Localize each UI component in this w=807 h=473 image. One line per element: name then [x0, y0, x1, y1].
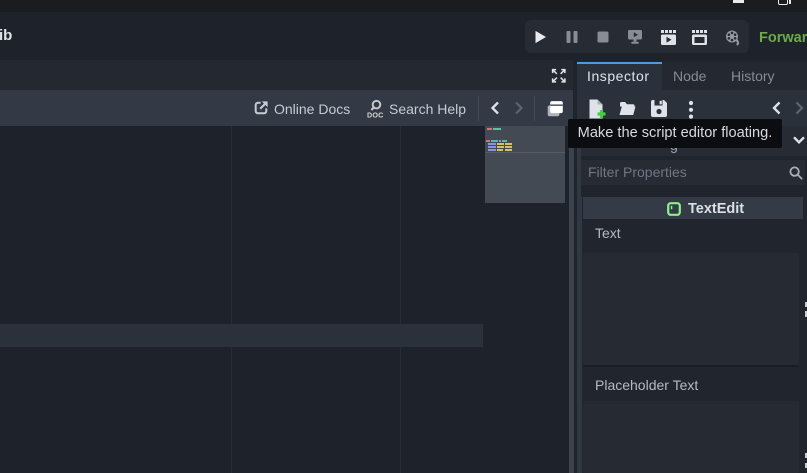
svg-text:DOC: DOC — [367, 110, 384, 119]
